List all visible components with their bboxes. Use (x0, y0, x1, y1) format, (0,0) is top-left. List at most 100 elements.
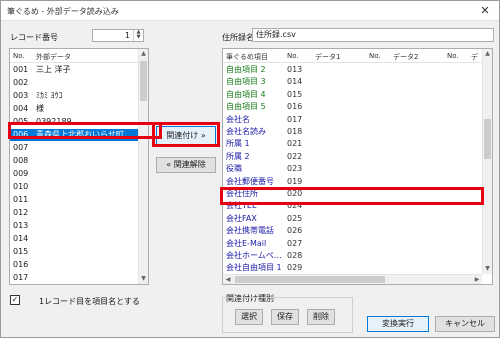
table-row[interactable]: 会社E-Mail 027 (223, 238, 482, 250)
record-value: 様 (36, 104, 44, 113)
record-no: 006 (13, 130, 29, 139)
horizontal-scroll-thumb[interactable] (235, 276, 385, 283)
list-item[interactable]: 011 (10, 194, 138, 206)
record-value: 青森県上北郡おいらせ町… (36, 130, 132, 139)
right-horizontal-scrollbar[interactable]: ◀ ▶ (223, 274, 482, 284)
table-row[interactable]: 自由項目 3 014 (223, 76, 482, 88)
list-item[interactable]: 007 (10, 142, 138, 154)
list-item[interactable]: 013 (10, 220, 138, 232)
scroll-thumb[interactable] (140, 61, 147, 101)
table-row[interactable]: 会社住所 020 (223, 188, 482, 200)
record-no: 004 (13, 104, 29, 113)
table-row[interactable]: 会社携帯電話 026 (223, 225, 482, 237)
right-vertical-scrollbar[interactable]: ▲ ▼ (482, 49, 492, 274)
addressbook-name-field[interactable]: 住所録.csv (252, 28, 494, 42)
record-no: 017 (13, 273, 29, 282)
item-no: 028 (287, 251, 303, 260)
header-no1: No. (287, 52, 299, 60)
scroll-down-icon[interactable]: ▼ (483, 264, 492, 274)
item-name: 会社郵便番号 (226, 176, 274, 186)
item-no: 026 (287, 226, 303, 236)
table-row[interactable]: 自由項目 5 016 (223, 101, 482, 113)
item-name: 自由項目 2 (226, 65, 266, 74)
left-vertical-scrollbar[interactable]: ▲ ▼ (138, 49, 148, 284)
record-number-value[interactable]: 1 (125, 31, 130, 40)
item-no: 015 (287, 89, 303, 99)
record-number-stepper[interactable]: 1 ▲ ▼ (92, 29, 144, 42)
stepper-buttons[interactable]: ▲ ▼ (133, 30, 143, 41)
list-item[interactable]: 015 (10, 246, 138, 258)
table-row[interactable]: 会社ホームペ… 028 (223, 250, 482, 262)
import-dialog: 筆ぐるめ - 外部データ読み込み ✕ レコード番号 1 ▲ ▼ 住所録名 住所録… (0, 0, 500, 338)
table-row[interactable]: 所属 2 022 (223, 151, 482, 163)
table-row[interactable]: 会社自由項目 1 029 (223, 262, 482, 274)
table-row[interactable]: 会社FAX 025 (223, 213, 482, 225)
list-item[interactable]: 004 様 (10, 103, 138, 115)
scroll-right-icon[interactable]: ▶ (472, 275, 482, 284)
stepper-down-icon[interactable]: ▼ (134, 35, 143, 40)
item-name: 所属 2 (226, 151, 250, 161)
list-item[interactable]: 005 0392189 (10, 116, 138, 128)
fudegurume-items-list[interactable]: 筆ぐるめ項目 No. データ1 No. データ2 No. デ 自由項目 2 013… (222, 48, 493, 285)
unlink-button[interactable]: « 関連解除 (156, 157, 216, 173)
header-data3: デ (471, 53, 478, 61)
cancel-button[interactable]: キャンセル (435, 316, 495, 332)
scroll-thumb[interactable] (484, 119, 491, 159)
header-external-data: 外部データ (36, 53, 71, 61)
list-header: No. 外部データ (10, 49, 148, 63)
record-no: 012 (13, 208, 29, 217)
record-no: 005 (13, 117, 29, 126)
header-no: No. (13, 52, 25, 60)
first-record-as-header-checkbox[interactable]: ✓ (10, 295, 20, 305)
list-item[interactable]: 002 (10, 77, 138, 89)
record-no: 011 (13, 195, 29, 204)
list-item[interactable]: 017 (10, 272, 138, 284)
scroll-up-icon[interactable]: ▲ (139, 49, 148, 59)
external-data-list[interactable]: No. 外部データ 001 三上 洋子 002 003 ﾐｶﾐ ﾖｳｺ 004 様 005 03… (9, 48, 149, 285)
list-item[interactable]: 014 (10, 233, 138, 245)
list-item[interactable]: 006 青森県上北郡おいらせ町… (10, 129, 138, 141)
item-no: 027 (287, 238, 303, 248)
window-title: 筆ぐるめ - 外部データ読み込み (7, 7, 119, 16)
table-row[interactable]: 会社郵便番号 019 (223, 176, 482, 188)
table-row[interactable]: 会社名 017 (223, 114, 482, 126)
table-row[interactable]: 会社名読み 018 (223, 126, 482, 138)
item-name: 会社TEL (226, 201, 257, 211)
scroll-left-icon[interactable]: ◀ (223, 275, 233, 284)
item-name: 自由項目 3 (226, 77, 266, 87)
list-item[interactable]: 003 ﾐｶﾐ ﾖｳｺ (10, 90, 138, 102)
table-row[interactable]: 自由項目 4 015 (223, 89, 482, 101)
item-name: 会社名 (226, 114, 250, 124)
record-no: 003 (13, 91, 29, 100)
item-no: 023 (287, 164, 303, 174)
header-item: 筆ぐるめ項目 (226, 53, 268, 61)
record-no: 010 (13, 182, 29, 191)
item-no: 016 (287, 102, 303, 112)
header-no3: No. (447, 52, 459, 60)
delete-button[interactable]: 削除 (307, 309, 335, 325)
list-item[interactable]: 008 (10, 155, 138, 167)
item-name: 会社携帯電話 (226, 226, 274, 236)
select-button[interactable]: 選択 (235, 309, 263, 325)
item-name: 会社FAX (226, 213, 257, 223)
addressbook-label: 住所録名 (222, 33, 254, 42)
list-item[interactable]: 009 (10, 168, 138, 180)
table-row[interactable]: 役職 023 (223, 163, 482, 175)
items-list-header: 筆ぐるめ項目 No. データ1 No. データ2 No. デ (223, 49, 492, 63)
table-row[interactable]: 所属 1 021 (223, 138, 482, 150)
table-row[interactable]: 会社TEL 024 (223, 200, 482, 212)
table-row[interactable]: 自由項目 2 013 (223, 64, 482, 76)
list-item[interactable]: 016 (10, 259, 138, 271)
list-item[interactable]: 012 (10, 207, 138, 219)
save-button[interactable]: 保存 (271, 309, 299, 325)
execute-conversion-button[interactable]: 変換実行 (367, 316, 429, 332)
list-item[interactable]: 001 三上 洋子 (10, 64, 138, 76)
scroll-up-icon[interactable]: ▲ (483, 49, 492, 59)
item-no: 018 (287, 127, 303, 136)
item-no: 021 (287, 139, 303, 149)
scroll-down-icon[interactable]: ▼ (139, 274, 148, 284)
close-icon[interactable]: ✕ (477, 4, 493, 18)
item-name: 会社名読み (226, 127, 266, 136)
list-item[interactable]: 010 (10, 181, 138, 193)
link-button[interactable]: 関連付け » (156, 126, 216, 145)
